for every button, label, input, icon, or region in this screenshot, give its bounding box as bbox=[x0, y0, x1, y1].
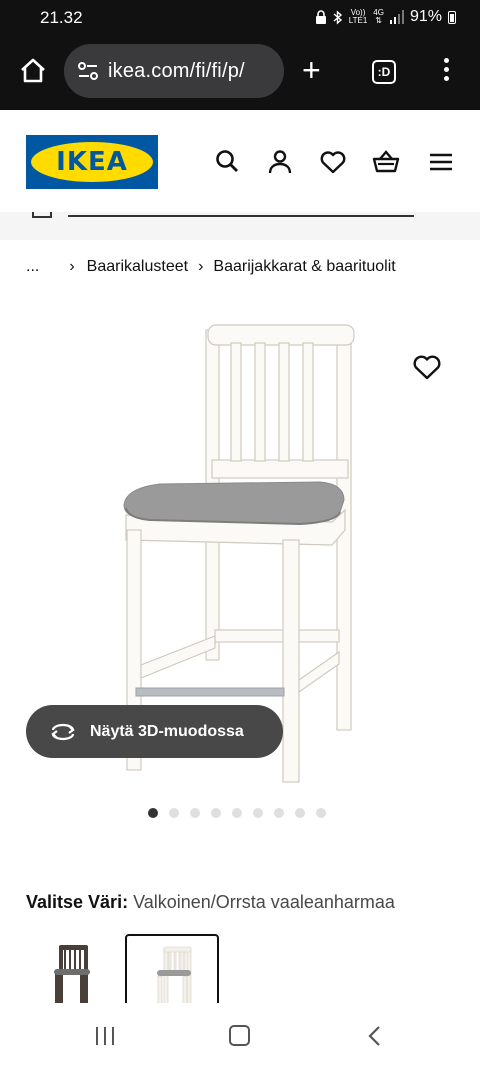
dark-brown-swatch[interactable] bbox=[26, 934, 120, 1004]
battery-percent: 91% bbox=[409, 8, 442, 25]
white-swatch[interactable] bbox=[125, 934, 219, 1004]
menu-icon[interactable] bbox=[444, 58, 452, 85]
carousel-dot[interactable] bbox=[148, 808, 158, 818]
site-header: IKEA bbox=[0, 110, 480, 212]
url-bar[interactable]: ikea.com/fi/fi/p/ bbox=[64, 44, 284, 98]
system-back-icon[interactable] bbox=[366, 1024, 384, 1048]
color-select-label: Valitse Väri: Valkoinen/Orrsta vaaleanha… bbox=[26, 892, 395, 913]
carousel-dot[interactable] bbox=[295, 808, 305, 818]
info-banner[interactable] bbox=[0, 212, 480, 240]
site-settings-icon[interactable] bbox=[78, 62, 98, 80]
banner-link-underline bbox=[68, 215, 414, 217]
breadcrumb-ellipsis[interactable]: ... bbox=[26, 258, 39, 276]
carousel-dots bbox=[148, 808, 326, 818]
carousel-dot[interactable] bbox=[253, 808, 263, 818]
volte-indicator: Vo)) LTE1 bbox=[348, 8, 368, 25]
system-home-icon[interactable] bbox=[229, 1025, 250, 1046]
carousel-dot[interactable] bbox=[274, 808, 284, 818]
carousel-dot[interactable] bbox=[190, 808, 200, 818]
breadcrumb: ... › Baarikalusteet › Baarijakkarat & b… bbox=[26, 258, 396, 276]
chevron-right-icon: › bbox=[69, 258, 75, 275]
breadcrumb-item-bar-furniture[interactable]: Baarikalusteet bbox=[87, 258, 188, 276]
url-text: ikea.com/fi/fi/p/ bbox=[108, 59, 245, 82]
carousel-dot[interactable] bbox=[232, 808, 242, 818]
color-select-title: Valitse Väri: bbox=[26, 892, 129, 912]
breadcrumb-item-bar-stools[interactable]: Baarijakkarat & baarituolit bbox=[213, 258, 395, 276]
carousel-dot[interactable] bbox=[211, 808, 221, 818]
recent-apps-icon[interactable] bbox=[96, 1027, 114, 1045]
favourites-icon[interactable] bbox=[319, 148, 347, 176]
carousel-dot[interactable] bbox=[316, 808, 326, 818]
bluetooth-icon bbox=[333, 9, 342, 25]
view-3d-label: Näytä 3D-muodossa bbox=[90, 722, 244, 740]
color-swatches bbox=[26, 934, 480, 1004]
lock-icon bbox=[315, 10, 326, 24]
home-icon[interactable] bbox=[18, 56, 48, 86]
status-time: 21.32 bbox=[40, 8, 83, 27]
carousel-dot[interactable] bbox=[169, 808, 179, 818]
shopping-bag-icon[interactable] bbox=[372, 148, 400, 176]
ikea-logo[interactable]: IKEA bbox=[26, 135, 158, 189]
battery-icon bbox=[448, 10, 456, 24]
hamburger-menu-icon[interactable] bbox=[427, 148, 455, 176]
signal-icon bbox=[389, 10, 404, 24]
status-icons: Vo)) LTE1 4G ⇅ 91% bbox=[315, 8, 456, 26]
system-navigation-bar bbox=[0, 1003, 480, 1067]
view-3d-button[interactable]: Näytä 3D-muodossa bbox=[26, 705, 283, 758]
account-icon[interactable] bbox=[266, 148, 294, 176]
browser-toolbar: ikea.com/fi/fi/p/ + :D bbox=[0, 36, 480, 110]
tab-switcher-icon[interactable]: :D bbox=[372, 60, 396, 84]
chevron-right-icon: › bbox=[198, 258, 204, 275]
status-bar: 21.32 Vo)) LTE1 4G ⇅ 91% bbox=[0, 0, 480, 36]
network-type-indicator: 4G ⇅ bbox=[373, 8, 384, 25]
rotate-3d-icon bbox=[51, 723, 75, 740]
add-to-favourites-icon[interactable] bbox=[412, 352, 442, 382]
search-icon[interactable] bbox=[214, 148, 242, 176]
new-tab-icon[interactable]: + bbox=[302, 54, 321, 86]
store-icon bbox=[32, 212, 52, 218]
color-select-value: Valkoinen/Orrsta vaaleanharmaa bbox=[133, 892, 395, 912]
